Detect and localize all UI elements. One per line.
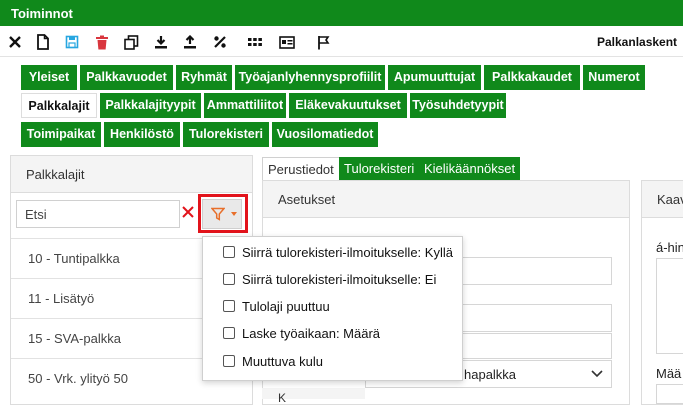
upload-icon[interactable] [180,32,200,52]
setting-field-1[interactable] [462,257,612,285]
tab-apumuuttujat[interactable]: Apumuuttujat [388,65,481,90]
subtab-tulorekisteri[interactable]: Tulorekisteri [339,157,420,181]
checkbox[interactable] [223,327,235,339]
filter-option-label: Siirrä tulorekisteri-ilmoitukselle: Ei [242,271,437,287]
delete-icon[interactable] [92,32,112,52]
search-input[interactable] [16,200,180,228]
tab-elakevakuutukset[interactable]: Eläkevakuutukset [289,93,407,118]
company-name: Palkanlaskent [597,35,678,49]
clear-search-icon[interactable] [181,205,197,221]
app-title-bar: Toiminnot [0,0,683,26]
tab-tyoajanlyhennysprofiilit[interactable]: Työajanlyhennysprofiilit [235,65,385,90]
filter-option[interactable]: Siirrä tulorekisteri-ilmoitukselle: Kyll… [223,242,453,262]
tab-numerot[interactable]: Numerot [583,65,645,90]
panel-title: Kaav [642,181,683,218]
right-label-1: á-hin [656,240,683,255]
chevron-down-icon [591,370,603,378]
tab-palkkavuodet[interactable]: Palkkavuodet [80,65,173,90]
new-document-icon[interactable] [33,32,53,52]
amount-field[interactable] [656,384,683,404]
tab-tyosuhdetyypit[interactable]: Työsuhdetyypit [410,93,506,118]
filter-option[interactable]: Muuttuva kulu [223,351,323,371]
tab-vuosilomatiedot[interactable]: Vuosilomatiedot [272,122,378,147]
tab-palkkalajityypit[interactable]: Palkkalajityypit [100,93,201,118]
close-icon[interactable] [5,32,25,52]
tab-toimipaikat[interactable]: Toimipaikat [21,122,101,147]
tab-ammattiliitot[interactable]: Ammattiliitot [204,93,286,118]
panel-title: Palkkalajit [11,156,252,193]
download-icon[interactable] [151,32,171,52]
filter-option-label: Laske työaikaan: Määrä [242,325,381,341]
card-icon[interactable] [277,32,297,52]
highlight-box [198,194,248,233]
setting-field-2[interactable] [462,304,612,332]
app-title: Toiminnot [11,6,73,21]
checkbox[interactable] [223,273,235,285]
subtab-perustiedot[interactable]: Perustiedot [262,157,340,181]
checkbox[interactable] [223,246,235,258]
field-label: K [278,391,287,405]
tab-ryhmat[interactable]: Ryhmät [176,65,232,90]
filter-option-label: Siirrä tulorekisteri-ilmoitukselle: Kyll… [242,244,453,260]
checkbox[interactable] [223,355,235,367]
filter-menu: Siirrä tulorekisteri-ilmoitukselle: Kyll… [202,236,463,381]
filter-option-label: Muuttuva kulu [242,353,323,369]
filter-option[interactable]: Tulolaji puuttuu [223,296,330,316]
filter-option[interactable]: Laske työaikaan: Määrä [223,323,380,343]
tab-yleiset[interactable]: Yleiset [21,65,77,90]
more-icon[interactable] [245,32,265,52]
subtab-kielikaannokset[interactable]: Kielikäännökset [419,157,521,181]
panel-title: Asetukset [263,181,629,218]
checkbox[interactable] [223,300,235,312]
filter-option[interactable]: Siirrä tulorekisteri-ilmoitukselle: Ei [223,269,436,289]
filter-option-label: Tulolaji puuttuu [242,298,330,314]
percent-icon[interactable] [210,32,230,52]
select-value: hapalkka [464,367,517,382]
tab-tulorekisteri[interactable]: Tulorekisteri [183,122,269,147]
setting-field-3[interactable] [462,333,612,359]
tab-palkkakaudet[interactable]: Palkkakaudet [484,65,580,90]
right-label-2: Mää [656,366,682,381]
formula-textarea[interactable] [656,258,683,354]
field-label-row: K [262,388,365,405]
copy-icon[interactable] [121,32,141,52]
tab-palkkalajit[interactable]: Palkkalajit [21,93,97,118]
tab-henkilosto[interactable]: Henkilöstö [104,122,180,147]
flag-icon[interactable] [313,32,333,52]
save-icon[interactable] [62,32,82,52]
